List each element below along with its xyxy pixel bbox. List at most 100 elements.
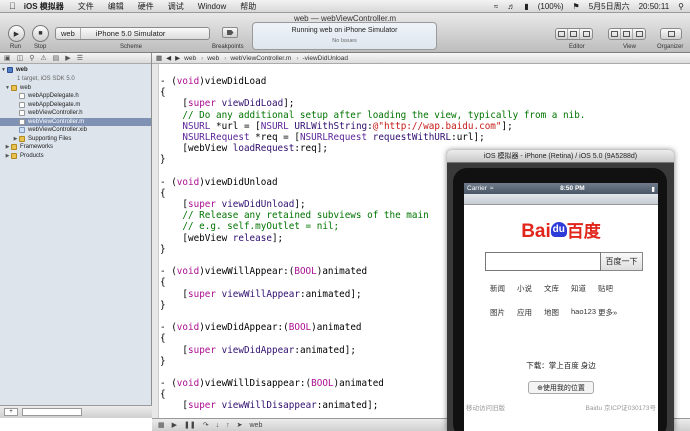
organizer-button[interactable] [660, 28, 682, 40]
location-icon[interactable]: ➤ [237, 421, 243, 429]
baidu-search-input[interactable] [485, 252, 601, 271]
disclosure-closed-icon[interactable]: ▶ [4, 153, 11, 159]
navigator-item[interactable]: ▶ Frameworks [0, 143, 151, 152]
code-token: ]; [501, 120, 513, 132]
navigator-item[interactable]: ▶ Products [0, 152, 151, 161]
disclosure-closed-icon[interactable]: ▶ [4, 144, 11, 150]
code-line[interactable]: // Do any additional setup after loading… [160, 110, 585, 121]
flag-icon[interactable]: ⚑ [573, 2, 580, 11]
breakpoints-button[interactable] [222, 27, 238, 38]
code-token: URLWithString [294, 120, 368, 132]
link-zhidao[interactable]: 知道 [571, 283, 598, 294]
code-line[interactable]: { [160, 87, 585, 98]
link-hao123[interactable]: hao123 [571, 307, 598, 318]
code-line[interactable]: - (void)viewDidLoad [160, 76, 585, 87]
hide-debug-area-icon[interactable]: ▦ [158, 421, 165, 429]
menu-window[interactable]: Window [198, 2, 226, 11]
jumpbar-crumb-file[interactable]: webViewController.m [230, 55, 298, 62]
debug-area-toggle-icon[interactable] [621, 29, 633, 39]
wifi-icon[interactable]: ≈ [494, 2, 498, 11]
add-file-button[interactable]: + [4, 408, 18, 416]
debug-navigator-icon[interactable]: ▤ [53, 54, 60, 62]
link-more[interactable]: 更多» [598, 307, 625, 318]
disclosure-open-icon[interactable]: ▼ [0, 67, 7, 73]
breakpoints-toggle-icon[interactable]: ▶ [172, 421, 177, 429]
debug-target[interactable]: web [250, 422, 263, 429]
footer-old-version-link[interactable]: 移动访问旧版 [466, 402, 505, 412]
utilities-toggle-icon[interactable] [633, 29, 645, 39]
spotlight-icon[interactable]: ⚲ [678, 2, 684, 11]
link-news[interactable]: 新闻 [490, 283, 517, 294]
menu-file[interactable]: 文件 [78, 1, 94, 12]
step-out-icon[interactable]: ↑ [226, 422, 230, 429]
step-into-icon[interactable]: ↓ [216, 422, 220, 429]
code-token: NSURL [260, 120, 289, 132]
standard-editor-icon[interactable] [556, 29, 568, 39]
jumpbar-crumb-group[interactable]: web [207, 55, 226, 62]
jumpbar-related-icon[interactable]: ▦ [156, 54, 162, 62]
version-editor-icon[interactable] [580, 29, 592, 39]
navigator-toggle-icon[interactable] [609, 29, 621, 39]
navigator-item[interactable]: webAppDelegate.h [0, 92, 151, 101]
view-segmented-control[interactable] [608, 28, 646, 40]
code-token: // Do any additional setup after loading… [182, 109, 586, 121]
jumpbar-crumb-method[interactable]: -viewDidUnload [302, 55, 353, 62]
disclosure-open-icon[interactable]: ▼ [4, 85, 11, 91]
jump-bar: ▦ ◀ ▶ web web webViewController.m -viewD… [152, 53, 690, 64]
navigator-filter-field[interactable] [22, 408, 82, 416]
app-menu[interactable]: iOS 模拟器 [24, 1, 64, 12]
search-navigator-icon[interactable]: ⚲ [29, 54, 34, 62]
download-line[interactable]: 下载：掌上百度 身边 [464, 360, 658, 371]
code-line[interactable]: [super viewDidLoad]; [160, 98, 585, 109]
navigator-item[interactable]: webViewController.h [0, 109, 151, 118]
editor-gutter[interactable] [152, 64, 159, 418]
editor-segmented-control[interactable] [555, 28, 593, 40]
navigator-item[interactable]: webViewController.m [0, 117, 151, 126]
menu-debug[interactable]: 调试 [168, 1, 184, 12]
apple-menu-icon[interactable]:  [9, 1, 16, 11]
link-tieba[interactable]: 贴吧 [598, 283, 625, 294]
project-row[interactable]: ▼ web [0, 64, 151, 75]
code-token: super [188, 98, 216, 110]
scheme-destination: iPhone 5.0 Simulator [95, 29, 166, 38]
menu-hardware[interactable]: 硬件 [138, 1, 154, 12]
link-wenku[interactable]: 文库 [544, 283, 571, 294]
navigator-item-label: webAppDelegate.h [28, 93, 79, 100]
stop-button[interactable]: ■ [32, 25, 49, 42]
jumpbar-forward-icon[interactable]: ▶ [175, 54, 180, 62]
jumpbar-crumb-project[interactable]: web [184, 55, 203, 62]
pause-icon[interactable]: ❚❚ [184, 421, 196, 429]
navigator-item[interactable]: webViewController.xib [0, 126, 151, 135]
code-token: loadRequest [232, 143, 295, 155]
project-navigator-icon[interactable]: ▣ [4, 54, 11, 62]
navigator-item[interactable]: ▶ Supporting Files [0, 135, 151, 144]
link-novel[interactable]: 小说 [517, 283, 544, 294]
step-over-icon[interactable]: ↷ [203, 421, 209, 429]
assistant-editor-icon[interactable] [568, 29, 580, 39]
volume-icon[interactable]: ♬ [507, 2, 515, 11]
issue-navigator-icon[interactable]: ⚠ [40, 54, 46, 62]
code-token: :url]; [451, 131, 485, 143]
baidu-search-button[interactable]: 百度一下 [601, 252, 643, 271]
menu-edit[interactable]: 编辑 [108, 1, 124, 12]
jumpbar-back-icon[interactable]: ◀ [166, 54, 171, 62]
link-apps[interactable]: 应用 [517, 307, 544, 318]
code-token: void [176, 176, 200, 188]
navigator-item[interactable]: ▼ web [0, 84, 151, 93]
menu-help[interactable]: 帮助 [240, 1, 256, 12]
battery-icon[interactable]: ▮ [524, 2, 528, 11]
disclosure-closed-icon[interactable]: ▶ [12, 136, 19, 142]
code-line[interactable]: NSURL *url = [NSURL URLWithString:@"http… [160, 121, 585, 132]
log-navigator-icon[interactable]: ☰ [77, 54, 83, 62]
navigator-item[interactable]: webAppDelegate.m [0, 101, 151, 110]
use-my-location-button[interactable]: ⊕使用我的位置 [528, 381, 594, 394]
link-map[interactable]: 地图 [544, 307, 571, 318]
folder-icon [11, 152, 17, 159]
code-line[interactable]: NSURLRequest *req = [NSURLRequest reques… [160, 132, 585, 143]
link-images[interactable]: 图片 [490, 307, 517, 318]
run-button[interactable]: ▶ [8, 25, 25, 42]
symbol-navigator-icon[interactable]: ◫ [17, 54, 24, 62]
breakpoint-navigator-icon[interactable]: ▶ [65, 54, 70, 62]
scheme-popup[interactable]: web iPhone 5.0 Simulator [55, 27, 210, 40]
